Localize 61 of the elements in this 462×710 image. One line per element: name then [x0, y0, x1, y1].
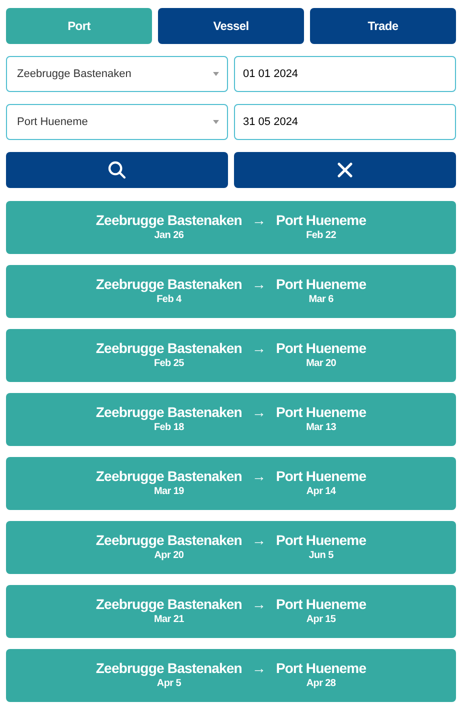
route-card[interactable]: Zeebrugge Bastenaken Feb 4 → Port Hueneme Mar 6	[6, 265, 456, 318]
arrival-date: Jun 5	[308, 549, 334, 563]
arrival-date: Apr 28	[306, 677, 336, 691]
departure-date: Feb 18	[154, 421, 184, 435]
destination-port: Port Hueneme	[276, 403, 366, 421]
destination-port: Port Hueneme	[276, 275, 366, 293]
origin-port: Zeebrugge Bastenaken	[96, 595, 242, 613]
departure-date: Feb 4	[156, 293, 182, 307]
origin-port: Zeebrugge Bastenaken	[96, 275, 242, 293]
arrow-glyph: →	[252, 531, 266, 549]
route-card[interactable]: Zeebrugge Bastenaken Jan 26 → Port Hueneme Feb 22	[6, 201, 456, 254]
destination-port: Port Hueneme	[276, 339, 366, 357]
destination-port: Port Hueneme	[276, 211, 366, 229]
close-icon	[337, 162, 353, 178]
destination-port: Port Hueneme	[276, 531, 366, 549]
arrow-glyph: →	[252, 595, 266, 613]
route-card[interactable]: Zeebrugge Bastenaken Apr 5 → Port Hueneme Apr 28	[6, 649, 456, 702]
search-icon	[107, 160, 127, 180]
arrival-date: Mar 6	[308, 293, 334, 307]
tab[interactable]: Trade	[310, 8, 456, 44]
arrival-date: Apr 14	[306, 485, 336, 499]
arrow-glyph: →	[252, 339, 266, 357]
arrival-date: Mar 13	[306, 421, 336, 435]
arrival-date: Apr 15	[306, 613, 336, 627]
arrow-glyph: →	[252, 275, 266, 293]
route-card[interactable]: Zeebrugge Bastenaken Apr 20 → Port Hueneme Jun 5	[6, 521, 456, 574]
departure-date: Apr 5	[156, 677, 181, 691]
tab[interactable]: Port	[6, 8, 152, 44]
port-dropdown[interactable]: Zeebrugge Bastenaken	[6, 56, 228, 92]
origin-port: Zeebrugge Bastenaken	[96, 531, 242, 549]
arrow-glyph: →	[252, 467, 266, 485]
destination-port: Port Hueneme	[276, 595, 366, 613]
arrow-glyph: →	[252, 659, 266, 677]
clear-button[interactable]	[234, 152, 456, 188]
departure-date: Mar 19	[154, 485, 184, 499]
caret-icon	[213, 72, 219, 76]
tab[interactable]: Vessel	[158, 8, 304, 44]
origin-port: Zeebrugge Bastenaken	[96, 659, 242, 677]
origin-port: Zeebrugge Bastenaken	[96, 403, 242, 421]
route-card[interactable]: Zeebrugge Bastenaken Feb 18 → Port Hueneme Mar 13	[6, 393, 456, 446]
origin-port: Zeebrugge Bastenaken	[96, 467, 242, 485]
port-dropdown[interactable]: Port Hueneme	[6, 104, 228, 140]
origin-port: Zeebrugge Bastenaken	[96, 339, 242, 357]
search-button[interactable]	[6, 152, 228, 188]
date-field[interactable]: 01 01 2024	[234, 56, 456, 92]
origin-port: Zeebrugge Bastenaken	[96, 211, 242, 229]
route-card[interactable]: Zeebrugge Bastenaken Feb 25 → Port Hueneme Mar 20	[6, 329, 456, 382]
destination-port: Port Hueneme	[276, 659, 366, 677]
arrow-glyph: →	[252, 403, 266, 421]
departure-date: Mar 21	[154, 613, 184, 627]
date-field[interactable]: 31 05 2024	[234, 104, 456, 140]
route-card[interactable]: Zeebrugge Bastenaken Mar 19 → Port Hueneme Apr 14	[6, 457, 456, 510]
arrow-glyph: →	[252, 211, 266, 229]
arrival-date: Mar 20	[306, 357, 336, 371]
arrival-date: Feb 22	[306, 229, 336, 243]
departure-date: Apr 20	[154, 549, 184, 563]
destination-port: Port Hueneme	[276, 467, 366, 485]
route-card[interactable]: Zeebrugge Bastenaken Mar 21 → Port Hueneme Apr 15	[6, 585, 456, 638]
departure-date: Feb 25	[154, 357, 184, 371]
departure-date: Jan 26	[154, 229, 184, 243]
caret-icon	[213, 120, 219, 124]
